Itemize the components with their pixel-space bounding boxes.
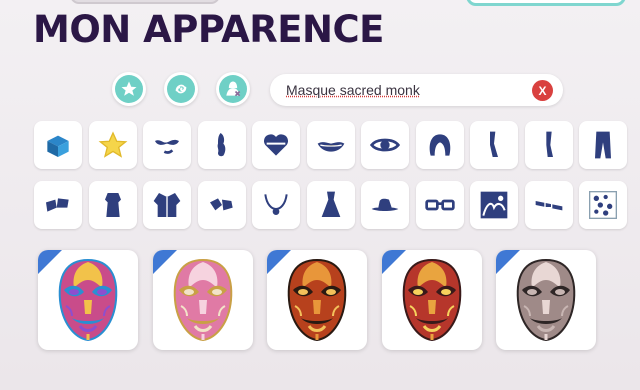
category-mouth[interactable] bbox=[306, 121, 355, 169]
hidden-character-icon bbox=[226, 81, 241, 97]
face-makeup-icon bbox=[155, 139, 179, 154]
stickers-icon bbox=[589, 191, 617, 219]
dress-icon bbox=[321, 191, 340, 217]
clear-search-button[interactable]: X bbox=[532, 80, 553, 101]
item-mask-pastel[interactable] bbox=[152, 250, 253, 350]
category-necklace[interactable] bbox=[252, 181, 300, 229]
hair-icon bbox=[429, 134, 450, 156]
category-skin[interactable] bbox=[197, 121, 246, 169]
pants-icon bbox=[595, 131, 611, 159]
category-belt[interactable] bbox=[524, 181, 573, 229]
hide-filter-button[interactable] bbox=[216, 72, 250, 106]
category-arm[interactable] bbox=[470, 121, 518, 169]
arm-icon bbox=[490, 131, 498, 157]
category-star[interactable] bbox=[88, 121, 137, 169]
heart-tattoo-icon bbox=[264, 134, 288, 156]
top-tab-left[interactable] bbox=[70, 0, 220, 4]
item-mask-fire[interactable] bbox=[267, 250, 367, 350]
swirl-icon bbox=[175, 84, 187, 94]
category-heart-tattoo[interactable] bbox=[252, 121, 300, 169]
category-background[interactable] bbox=[470, 181, 518, 229]
hat-icon bbox=[371, 198, 399, 211]
category-stickers[interactable] bbox=[579, 181, 627, 229]
mouth-icon bbox=[317, 142, 344, 152]
category-jacket[interactable] bbox=[143, 181, 191, 229]
top-icon bbox=[104, 193, 121, 217]
category-eye[interactable] bbox=[361, 121, 409, 169]
jacket-icon bbox=[153, 193, 181, 217]
category-hat[interactable] bbox=[361, 181, 409, 229]
category-face-makeup[interactable] bbox=[143, 121, 191, 169]
belt-icon bbox=[535, 200, 562, 211]
gift-box-icon bbox=[47, 135, 69, 157]
top-tab-right[interactable] bbox=[466, 0, 626, 6]
mask-icon bbox=[287, 258, 347, 342]
category-leg[interactable] bbox=[524, 121, 573, 169]
item-mask-rainbow[interactable] bbox=[38, 250, 138, 350]
category-dress[interactable] bbox=[306, 181, 355, 229]
mask-icon bbox=[402, 258, 461, 342]
mask-icon bbox=[58, 258, 118, 342]
category-top[interactable] bbox=[88, 181, 137, 229]
category-gift-box[interactable] bbox=[34, 121, 82, 169]
item-mask-crimson[interactable] bbox=[381, 250, 482, 350]
category-gloves[interactable] bbox=[197, 181, 246, 229]
necklace-icon bbox=[264, 194, 288, 215]
search-input[interactable]: Masque sacred monk bbox=[286, 82, 420, 98]
category-shoes[interactable] bbox=[34, 181, 82, 229]
background-icon bbox=[480, 191, 508, 219]
favorites-filter-button[interactable] bbox=[112, 72, 146, 106]
eye-icon bbox=[369, 138, 401, 152]
gloves-icon bbox=[209, 198, 233, 211]
category-hair[interactable] bbox=[415, 121, 464, 169]
star-icon bbox=[98, 131, 127, 158]
mask-icon bbox=[516, 258, 576, 342]
item-mask-silver[interactable] bbox=[496, 250, 596, 350]
glasses-icon bbox=[424, 199, 455, 211]
search-bar[interactable]: Masque sacred monk X bbox=[270, 74, 563, 106]
shoes-icon bbox=[46, 198, 69, 212]
recent-filter-button[interactable] bbox=[164, 72, 198, 106]
leg-icon bbox=[545, 131, 553, 157]
category-pants[interactable] bbox=[579, 121, 627, 169]
category-glasses[interactable] bbox=[415, 181, 464, 229]
skin-icon bbox=[217, 133, 225, 157]
page-title: MON APPARENCE bbox=[33, 8, 384, 51]
star-icon bbox=[121, 81, 137, 96]
mask-icon bbox=[173, 258, 232, 342]
